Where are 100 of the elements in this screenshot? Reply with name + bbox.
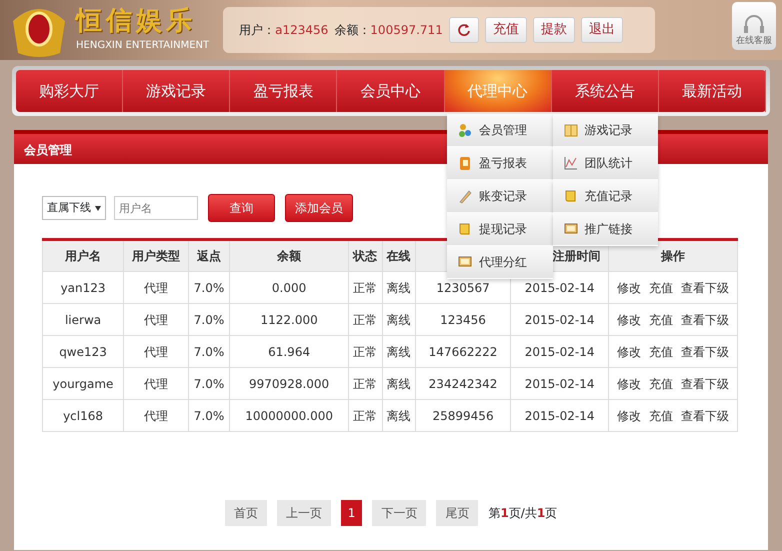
action-link[interactable]: 查看下级 [680, 344, 729, 358]
dropdown-item[interactable]: 充值记录 [552, 180, 658, 213]
table-cell: qwe123 [42, 336, 124, 368]
table-cell: 2015-02-14 [510, 368, 608, 400]
action-link[interactable]: 查看下级 [680, 376, 729, 390]
page-summary: 第1页/共1页 [488, 505, 558, 522]
user-info: 用户：a123456 [239, 22, 328, 39]
table-cell: 代理 [124, 336, 188, 368]
table-cell: 离线 [382, 304, 416, 336]
table-cell: 234242342 [415, 368, 511, 400]
filter-select[interactable]: 直属下线 [42, 196, 106, 220]
page-button[interactable]: 尾页 [436, 500, 478, 526]
logo-subtitle: HENGXIN ENTERTAINMENT [76, 38, 210, 52]
dropdown-item[interactable]: 团队统计 [552, 147, 658, 180]
dropdown-item[interactable]: 推广链接 [552, 213, 658, 246]
column-header: 返点 [188, 240, 230, 272]
dropdown-item[interactable]: 账变记录 [447, 180, 552, 213]
action-link[interactable]: 充值 [648, 312, 673, 326]
column-header: 状态 [348, 240, 382, 272]
caret-icon [95, 206, 101, 210]
action-link[interactable]: 查看下级 [680, 280, 729, 294]
table-cell: 代理 [124, 304, 188, 336]
table-cell: 0.000 [230, 272, 348, 304]
nav-tab[interactable]: 盈亏报表 [230, 70, 338, 112]
balance-info: 余额：100597.711 [334, 22, 443, 39]
chart-icon [562, 155, 578, 171]
add-member-button[interactable]: 添加会员 [285, 194, 353, 222]
table-cell: lierwa [42, 304, 124, 336]
column-header: 用户类型 [124, 240, 188, 272]
column-header: 操作 [608, 240, 738, 272]
search-button[interactable]: 查询 [208, 194, 275, 222]
action-link[interactable]: 修改 [616, 280, 641, 294]
page-button[interactable]: 首页 [224, 500, 267, 526]
table-cell: 2015-02-14 [510, 304, 608, 336]
action-link[interactable]: 充值 [648, 408, 673, 422]
page-button[interactable]: 下一页 [372, 500, 426, 526]
table-cell: 147662222 [415, 336, 511, 368]
table-cell: 正常 [348, 400, 382, 432]
table-cell: ycl168 [42, 400, 124, 432]
page-button[interactable]: 上一页 [276, 500, 331, 526]
logo-title: 恒信娱乐 [76, 8, 197, 34]
nav-tab[interactable]: 购彩大厅 [16, 70, 124, 112]
table-cell: 1122.000 [230, 304, 348, 336]
dropdown-item[interactable]: 游戏记录 [552, 114, 658, 147]
dropdown-item[interactable]: 盈亏报表 [447, 147, 552, 180]
table-cell: 25899456 [415, 400, 511, 432]
action-link[interactable]: 充值 [648, 344, 673, 358]
table-cell: 代理 [124, 400, 188, 432]
table-cell: 2015-02-14 [510, 400, 608, 432]
table-cell: 7.0% [188, 272, 230, 304]
nav-tab[interactable]: 最新活动 [658, 70, 766, 112]
refresh-button[interactable] [448, 17, 479, 43]
table-cell: 离线 [382, 336, 416, 368]
table-cell: 代理 [124, 272, 188, 304]
action-link[interactable]: 充值 [648, 280, 673, 294]
document-icon [457, 155, 473, 171]
pencil-icon [457, 188, 473, 204]
table-cell: 7.0% [188, 304, 230, 336]
username-field[interactable]: 用户名 [114, 196, 198, 220]
table-cell: 正常 [348, 336, 382, 368]
headset-icon [742, 12, 766, 34]
table-cell: 7.0% [188, 400, 230, 432]
online-support-button[interactable]: 在线客服 [732, 2, 776, 50]
action-link[interactable]: 修改 [616, 376, 641, 390]
action-link[interactable]: 修改 [616, 312, 641, 326]
action-link[interactable]: 修改 [616, 344, 641, 358]
book-icon [562, 122, 578, 138]
action-link[interactable]: 充值 [648, 376, 673, 390]
table-cell: 7.0% [188, 368, 230, 400]
deposit-button[interactable]: 充值 [484, 17, 527, 43]
dropdown-item[interactable]: 会员管理 [447, 114, 552, 147]
action-link[interactable]: 修改 [616, 408, 641, 422]
action-link[interactable]: 查看下级 [680, 408, 729, 422]
table-cell: 2015-02-14 [510, 336, 608, 368]
table-cell: 61.964 [230, 336, 348, 368]
table-cell: yan123 [42, 272, 124, 304]
page-button[interactable]: 1 [340, 500, 362, 526]
column-header: 在线 [382, 240, 416, 272]
table-cell: 离线 [382, 400, 416, 432]
table-cell: 9970928.000 [230, 368, 348, 400]
dropdown-item[interactable]: 提现记录 [447, 213, 552, 246]
nav-tab[interactable]: 系统公告 [552, 70, 659, 112]
withdraw-button[interactable]: 提款 [532, 17, 575, 43]
nav-tab[interactable]: 游戏记录 [123, 70, 230, 112]
table-cell: 离线 [382, 368, 416, 400]
column-header: 余额 [230, 240, 348, 272]
dropdown-item[interactable]: 代理分红 [447, 246, 552, 279]
table-cell: 123456 [415, 304, 511, 336]
table-cell: 7.0% [188, 336, 230, 368]
table-cell: 2015-02-14 [510, 272, 608, 304]
table-cell: 正常 [348, 272, 382, 304]
table-cell: 正常 [348, 368, 382, 400]
table-cell: 10000000.000 [230, 400, 348, 432]
table-cell: 代理 [124, 368, 188, 400]
table-cell: 正常 [348, 304, 382, 336]
logout-button[interactable]: 退出 [580, 17, 623, 43]
action-link[interactable]: 查看下级 [680, 312, 729, 326]
refresh-icon [456, 22, 471, 37]
column-header: 用户名 [42, 240, 124, 272]
table-cell: 离线 [382, 272, 416, 304]
